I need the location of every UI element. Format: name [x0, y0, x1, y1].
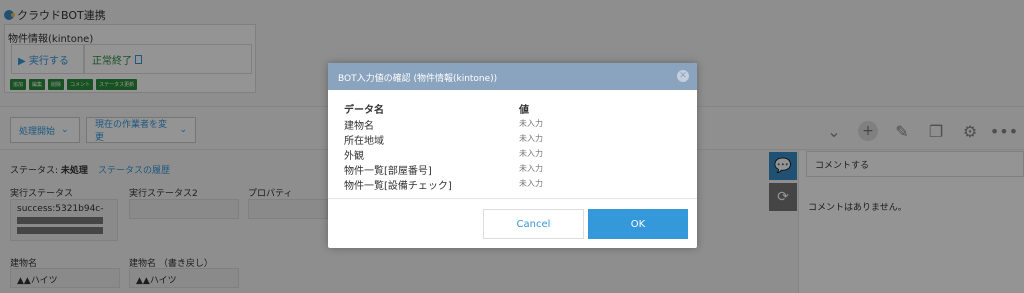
row-name: 外観	[344, 151, 364, 162]
row-value: 未入力	[519, 149, 543, 158]
column-header-name: データ名	[344, 105, 384, 116]
table-row: 外観 未入力	[344, 147, 684, 162]
row-name: 物件一覧[部屋番号]	[344, 166, 432, 177]
dialog-title: BOT入力値の確認 (物件情報(kintone))	[338, 74, 498, 84]
cancel-button[interactable]: Cancel	[483, 209, 584, 239]
column-header-value: 値	[519, 105, 529, 116]
ok-button[interactable]: OK	[588, 209, 688, 239]
row-name: 所在地域	[344, 136, 384, 147]
row-value: 未入力	[519, 134, 543, 143]
table-row: 物件一覧[設備チェック] 未入力	[344, 177, 684, 192]
row-value: 未入力	[519, 119, 543, 128]
table-row: 所在地域 未入力	[344, 132, 684, 147]
table-row: 建物名 未入力	[344, 117, 684, 132]
table-row: 物件一覧[部屋番号] 未入力	[344, 162, 684, 177]
footer-divider	[328, 198, 697, 199]
confirm-dialog: BOT入力値の確認 (物件情報(kintone)) ✕ データ名 値 建物名 未…	[328, 63, 697, 248]
row-name: 建物名	[344, 121, 374, 132]
dialog-header: BOT入力値の確認 (物件情報(kintone)) ✕	[328, 63, 697, 90]
row-value: 未入力	[519, 164, 543, 173]
close-icon[interactable]: ✕	[677, 70, 689, 82]
row-name: 物件一覧[設備チェック]	[344, 181, 452, 192]
row-value: 未入力	[519, 179, 543, 188]
